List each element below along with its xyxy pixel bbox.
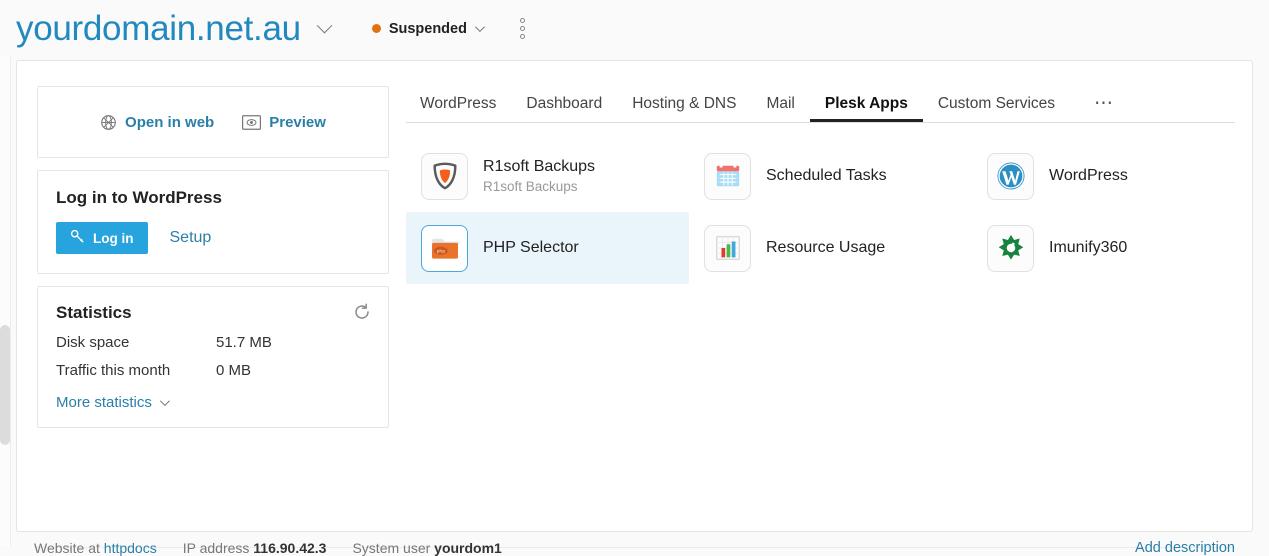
tab-wordpress[interactable]: WordPress (406, 95, 511, 122)
more-statistics-link[interactable]: More statistics (56, 394, 370, 411)
app-texts: Resource Usage (766, 238, 885, 258)
page-scrollbar-thumb[interactable] (0, 325, 10, 445)
quick-actions-panel: Open in web Preview (37, 86, 389, 158)
app-title: WordPress (1049, 166, 1128, 186)
stat-row: Traffic this month 0 MB (56, 362, 370, 379)
page-header: yourdomain.net.au Suspended (0, 0, 1269, 57)
tab-dashboard[interactable]: Dashboard (511, 95, 617, 122)
calendar-icon (704, 153, 751, 200)
more-statistics-label: More statistics (56, 394, 152, 411)
tab-mail[interactable]: Mail (751, 95, 809, 122)
app-item-scheduled-tasks[interactable]: Scheduled Tasks (689, 140, 972, 212)
app-texts: R1soft Backups R1soft Backups (483, 157, 595, 196)
footer-user-label: System user (352, 540, 430, 556)
app-item-wordpress[interactable]: WordPress (972, 140, 1255, 212)
app-texts: Scheduled Tasks (766, 166, 887, 186)
app-item-php-selector[interactable]: php PHP Selector (406, 212, 689, 284)
footer-system-user: System user yourdom1 (352, 540, 501, 556)
page-scrollbar-track (0, 57, 11, 546)
globe-icon (100, 114, 117, 131)
footer-website: Website at httpdocs (34, 540, 157, 556)
open-in-web-label: Open in web (125, 114, 214, 131)
stat-value: 0 MB (216, 362, 251, 379)
setup-link[interactable]: Setup (170, 229, 212, 247)
login-panel-row: Log in Setup (56, 222, 370, 254)
apps-grid: R1soft Backups R1soft Backups (406, 140, 1235, 284)
stat-value: 51.7 MB (216, 334, 272, 351)
svg-text:php: php (436, 249, 445, 254)
app-title: Resource Usage (766, 238, 885, 258)
more-vertical-icon[interactable] (514, 18, 532, 40)
left-column: Open in web Preview Log in to WordPress (37, 86, 389, 440)
preview-screen-icon (242, 115, 261, 130)
refresh-icon[interactable] (352, 302, 372, 322)
card-footer: Website at httpdocs IP address 116.90.42… (34, 547, 1235, 548)
status-dot-icon (372, 24, 381, 33)
stat-row: Disk space 51.7 MB (56, 334, 370, 351)
footer-ip-value: 116.90.42.3 (253, 540, 326, 556)
app-texts: Imunify360 (1049, 238, 1127, 258)
stat-label: Disk space (56, 334, 216, 351)
footer-website-label: Website at (34, 540, 100, 556)
status-label: Suspended (389, 21, 467, 37)
tab-overflow-icon[interactable]: ⋯ (1070, 98, 1128, 122)
page-title[interactable]: yourdomain.net.au (16, 9, 301, 49)
app-subtitle: R1soft Backups (483, 178, 595, 196)
open-in-web-link[interactable]: Open in web (100, 114, 214, 131)
php-folder-icon: php (421, 225, 468, 272)
tab-hosting-and-dns[interactable]: Hosting & DNS (617, 95, 751, 122)
login-button[interactable]: Log in (56, 222, 148, 254)
app-title: PHP Selector (483, 238, 579, 258)
r1soft-shield-icon (421, 153, 468, 200)
login-panel-title: Log in to WordPress (56, 188, 370, 208)
app-item-imunify360[interactable]: Imunify360 (972, 212, 1255, 284)
footer-ip: IP address 116.90.42.3 (183, 540, 327, 556)
add-description-link[interactable]: Add description (1135, 540, 1235, 556)
chevron-down-icon (160, 396, 170, 406)
preview-link[interactable]: Preview (242, 114, 326, 131)
chevron-down-icon[interactable] (475, 22, 485, 32)
app-title: R1soft Backups (483, 157, 595, 177)
imunify360-icon (987, 225, 1034, 272)
app-title: Imunify360 (1049, 238, 1127, 258)
app-title: Scheduled Tasks (766, 166, 887, 186)
login-button-label: Log in (93, 231, 134, 246)
statistics-panel: Statistics Disk space 51.7 MB Traffic th… (37, 286, 389, 428)
app-item-r1soft-backups[interactable]: R1soft Backups R1soft Backups (406, 140, 689, 212)
login-panel: Log in to WordPress Log in Setup (37, 170, 389, 274)
app-texts: WordPress (1049, 166, 1128, 186)
footer-ip-label: IP address (183, 540, 250, 556)
statistics-title: Statistics (56, 303, 370, 323)
preview-label: Preview (269, 114, 326, 131)
status-badge[interactable]: Suspended (372, 21, 482, 37)
footer-user-value: yourdom1 (434, 540, 502, 556)
right-column: WordPress Dashboard Hosting & DNS Mail P… (406, 86, 1235, 284)
tab-bar: WordPress Dashboard Hosting & DNS Mail P… (406, 86, 1235, 123)
key-icon (70, 229, 85, 247)
tab-custom-services[interactable]: Custom Services (923, 95, 1070, 122)
stat-label: Traffic this month (56, 362, 216, 379)
app-texts: PHP Selector (483, 238, 579, 258)
bar-chart-icon (704, 225, 751, 272)
footer-website-link[interactable]: httpdocs (104, 540, 157, 556)
main-card: Open in web Preview Log in to WordPress (16, 60, 1253, 532)
app-item-resource-usage[interactable]: Resource Usage (689, 212, 972, 284)
chevron-down-icon[interactable] (319, 19, 330, 39)
wordpress-icon (987, 153, 1034, 200)
tab-plesk-apps[interactable]: Plesk Apps (810, 95, 923, 122)
